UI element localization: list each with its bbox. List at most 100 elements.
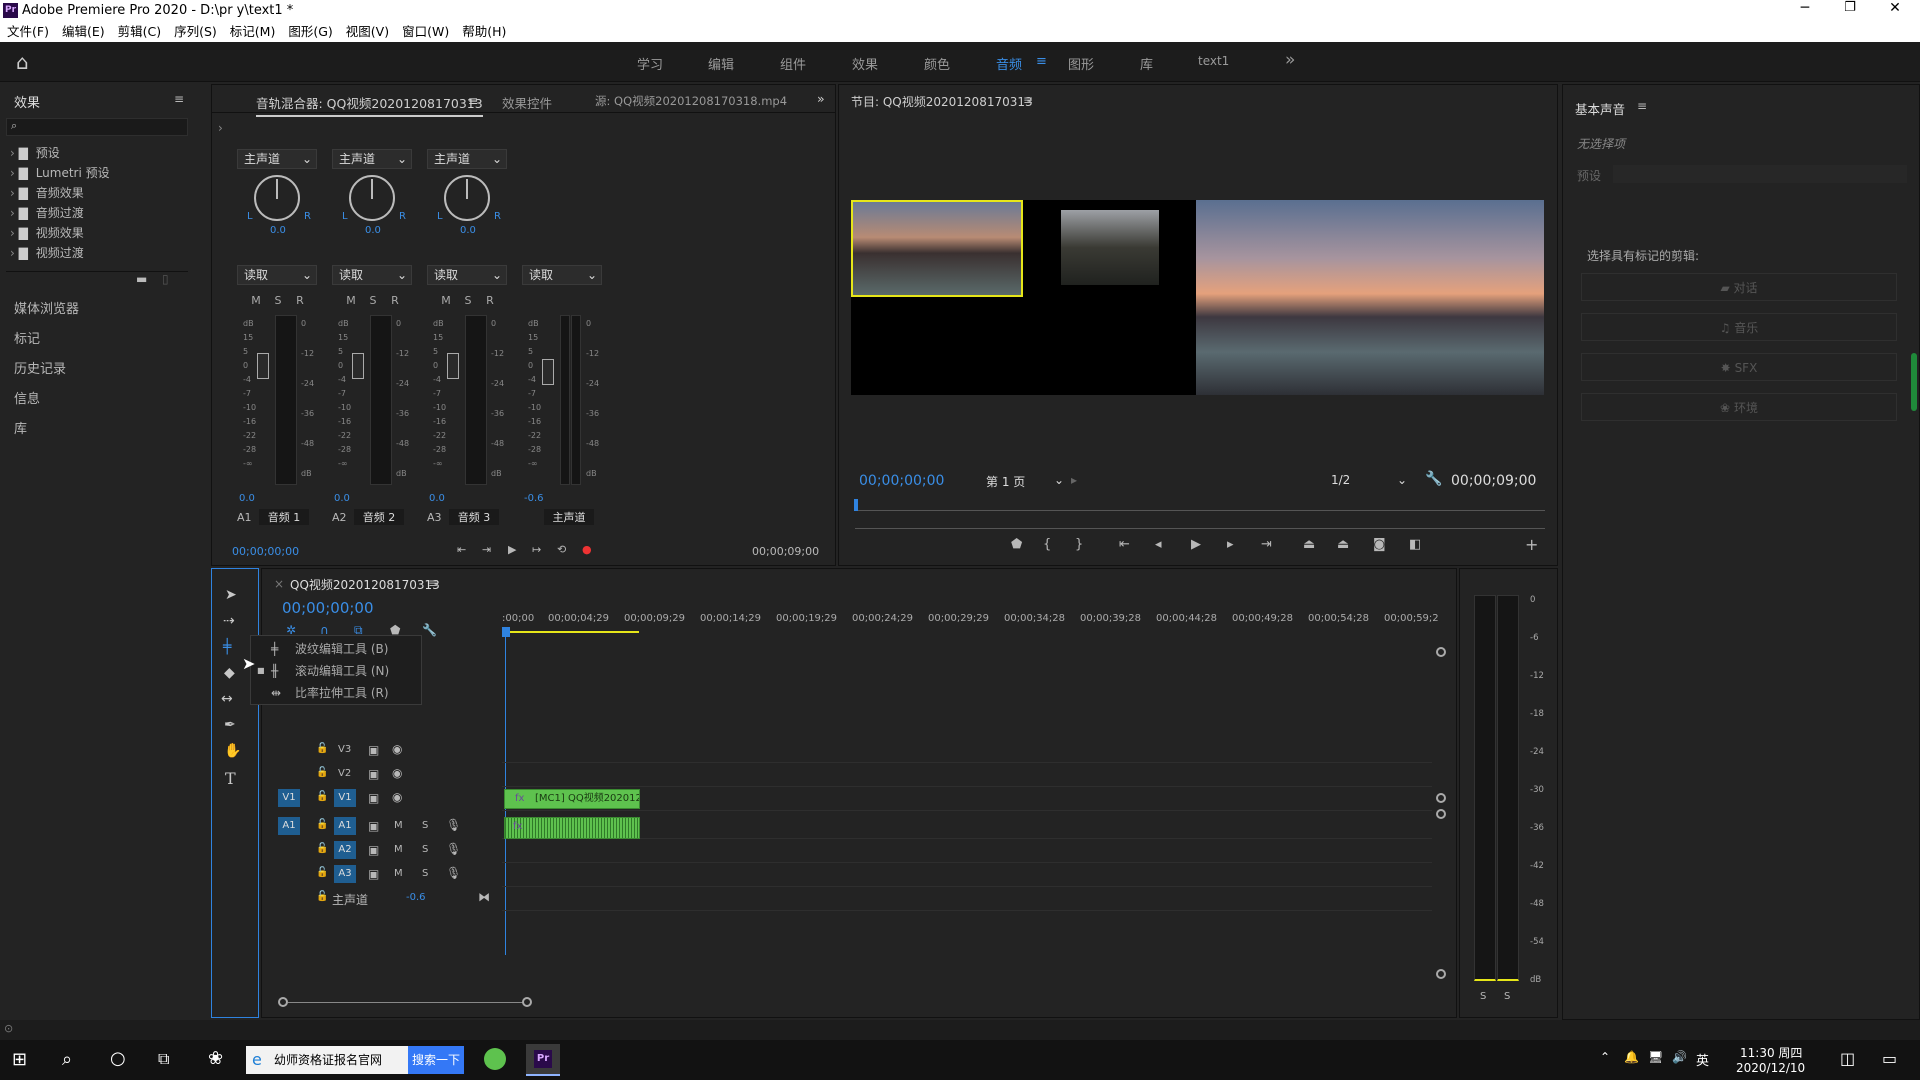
tray-chevron-icon[interactable]: ⌃: [1600, 1050, 1610, 1064]
workspace-learn[interactable]: 学习: [637, 54, 663, 73]
pan-knob[interactable]: [349, 175, 395, 221]
track-lane[interactable]: [502, 763, 1432, 787]
menu-graphics[interactable]: 图形(G): [288, 22, 332, 42]
track-label[interactable]: V3: [338, 744, 351, 755]
close-sequence-icon[interactable]: ×: [274, 577, 284, 591]
panel-history[interactable]: 历史记录: [14, 358, 66, 377]
sync-lock-icon[interactable]: ▣: [368, 767, 379, 781]
panel-libraries[interactable]: 库: [14, 418, 27, 437]
folder-item[interactable]: › ▇ 音频过渡: [10, 204, 84, 224]
sync-lock-icon[interactable]: ▣: [368, 743, 379, 757]
windows-start-icon[interactable]: ⊞: [12, 1049, 27, 1070]
timeline-timecode[interactable]: 00;00;00;00: [282, 599, 374, 617]
page-dropdown[interactable]: 第 1 页 ⌄: [986, 473, 1064, 490]
track-label[interactable]: A1: [334, 817, 356, 835]
folder-item[interactable]: › ▇ 音频效果: [10, 184, 84, 204]
time-ruler[interactable]: :00;00 00;00;04;29 00;00;09;29 00;00;14;…: [502, 609, 1452, 639]
pen-tool-icon[interactable]: ✒: [224, 717, 236, 733]
task-view-icon[interactable]: ⧉: [158, 1049, 169, 1069]
multicam-angle-2[interactable]: [1061, 210, 1159, 285]
video-clip[interactable]: fx [MC1] QQ视频2020120: [504, 789, 640, 809]
panel-info[interactable]: 信息: [14, 388, 40, 407]
step-back-icon[interactable]: ◂: [1155, 537, 1162, 552]
lock-icon[interactable]: 🔓: [316, 843, 328, 854]
track-label[interactable]: V1: [334, 789, 356, 807]
eye-icon[interactable]: ◉: [392, 742, 402, 756]
mark-in-icon[interactable]: {: [1043, 537, 1051, 552]
step-forward-icon[interactable]: ▸: [1227, 537, 1234, 552]
sync-lock-icon[interactable]: ▣: [368, 867, 379, 881]
solo-button[interactable]: S: [362, 291, 384, 311]
workspace-editing[interactable]: 编辑: [708, 54, 734, 73]
mark-out-icon[interactable]: }: [1075, 537, 1083, 552]
cortana-icon[interactable]: ○: [110, 1048, 126, 1069]
volume-fader[interactable]: [352, 353, 364, 379]
scroll-start-handle[interactable]: [278, 997, 288, 1007]
program-timecode[interactable]: 00;00;00;00: [859, 473, 944, 489]
automation-mode-dropdown[interactable]: 读取 ⌄: [332, 265, 412, 285]
network-icon[interactable]: 🖥: [1648, 1050, 1663, 1064]
workspace-effects[interactable]: 效果: [852, 54, 878, 73]
minimize-button[interactable]: ─: [1790, 0, 1820, 22]
razor-tool-icon[interactable]: ◆: [224, 665, 235, 681]
pan-value[interactable]: 0.0: [460, 225, 476, 236]
pan-knob[interactable]: [444, 175, 490, 221]
track-label[interactable]: A2: [334, 841, 356, 859]
taskbar-app-icon[interactable]: ◫: [1840, 1049, 1855, 1068]
search-button[interactable]: 搜索一下: [408, 1046, 464, 1074]
hand-tool-icon[interactable]: ✋: [224, 743, 241, 759]
record-arm-button[interactable]: R: [384, 291, 406, 311]
workspace-assembly[interactable]: 组件: [780, 54, 806, 73]
mixer-time-in[interactable]: 00;00;00;00: [232, 545, 299, 558]
mute-button[interactable]: M: [245, 291, 267, 311]
track-lane[interactable]: [502, 863, 1432, 887]
workspace-more-button[interactable]: »: [1285, 50, 1295, 70]
automation-mode-dropdown[interactable]: 读取 ⌄: [427, 265, 507, 285]
track-lane[interactable]: [502, 739, 1432, 763]
meter-solo-left[interactable]: S: [1480, 991, 1486, 1002]
record-arm-button[interactable]: R: [479, 291, 501, 311]
play-icon[interactable]: ▶: [508, 543, 516, 556]
multicam-angle-1[interactable]: [851, 200, 1023, 297]
type-tool-icon[interactable]: T: [225, 769, 236, 788]
workspace-audio[interactable]: 音频: [996, 54, 1022, 73]
rolling-edit-menu-item[interactable]: ■ ╫ 滚动编辑工具 (N): [251, 660, 421, 682]
microphone-icon[interactable]: 🎙: [446, 866, 461, 880]
track-label[interactable]: A3: [334, 865, 356, 883]
lock-icon[interactable]: 🔓: [316, 791, 328, 802]
action-center-icon[interactable]: ▭: [1882, 1049, 1897, 1068]
vertical-scroll-handle[interactable]: [1436, 647, 1446, 657]
pan-value[interactable]: 0.0: [365, 225, 381, 236]
source-patch-v1[interactable]: V1: [278, 789, 300, 807]
microphone-icon[interactable]: 🎙: [446, 818, 461, 832]
menu-sequence[interactable]: 序列(S): [174, 22, 217, 42]
menu-edit[interactable]: 编辑(E): [62, 22, 105, 42]
loop-icon[interactable]: ⟲: [557, 543, 566, 556]
folder-item[interactable]: › ▇ 预设: [10, 144, 60, 164]
channel-volume-value[interactable]: 0.0: [334, 493, 350, 504]
channel-output-dropdown[interactable]: 主声道 ⌄: [237, 149, 317, 169]
menu-window[interactable]: 窗口(W): [402, 22, 449, 42]
notification-bell-icon[interactable]: 🔔: [1624, 1050, 1639, 1064]
channel-volume-value[interactable]: 0.0: [239, 493, 255, 504]
lock-icon[interactable]: 🔓: [316, 743, 328, 754]
record-arm-button[interactable]: R: [289, 291, 311, 311]
mute-button[interactable]: M: [394, 820, 403, 831]
workspace-graphics[interactable]: 图形: [1068, 54, 1094, 73]
vertical-scroll-handle[interactable]: [1436, 969, 1446, 979]
play-in-to-out-icon[interactable]: ↦: [532, 543, 541, 556]
scroll-end-handle[interactable]: [522, 997, 532, 1007]
menu-markers[interactable]: 标记(M): [230, 22, 276, 42]
add-marker-icon[interactable]: ⬟: [1011, 537, 1022, 552]
lock-icon[interactable]: 🔓: [316, 891, 328, 902]
clock-date[interactable]: 2020/12/10: [1736, 1061, 1805, 1075]
menu-view[interactable]: 视图(V): [346, 22, 389, 42]
channel-output-dropdown[interactable]: 主声道 ⌄: [427, 149, 507, 169]
go-to-in-icon[interactable]: ⇤: [457, 543, 466, 556]
program-time-ruler[interactable]: [855, 503, 1545, 511]
mute-button[interactable]: M: [394, 844, 403, 855]
eye-icon[interactable]: ◉: [392, 766, 402, 780]
mute-button[interactable]: M: [394, 868, 403, 879]
track-lane[interactable]: [502, 815, 1432, 839]
ambience-button[interactable]: ❀ 环境: [1581, 393, 1897, 421]
